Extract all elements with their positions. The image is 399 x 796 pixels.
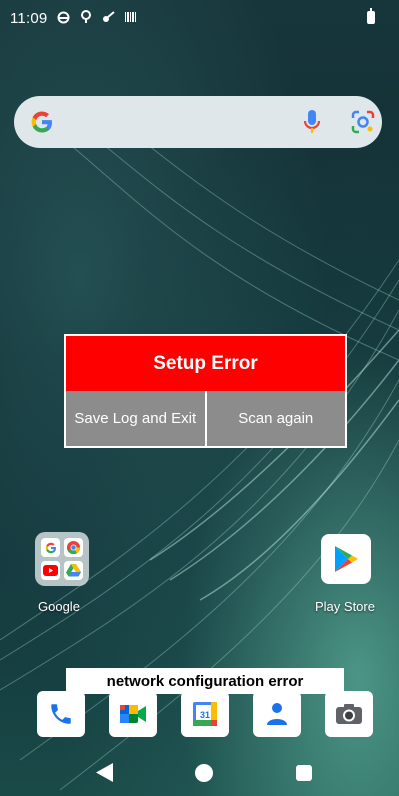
status-icons <box>57 10 137 26</box>
nav-back-button[interactable] <box>96 763 113 787</box>
barcode-icon <box>125 11 137 25</box>
google-folder-label: Google <box>38 599 80 614</box>
dialog-title: Setup Error <box>66 336 345 391</box>
camera-icon[interactable] <box>325 691 373 737</box>
drive-icon <box>64 561 83 580</box>
mic-icon[interactable] <box>302 109 322 140</box>
battery-icon <box>367 8 375 24</box>
youtube-icon <box>41 561 60 580</box>
dialog-buttons: Save Log and Exit Scan again <box>66 391 345 446</box>
calendar-icon[interactable]: 31 <box>181 691 229 737</box>
circle-status-icon <box>57 11 70 26</box>
play-store-label: Play Store <box>315 599 375 614</box>
search-bar[interactable] <box>14 96 382 148</box>
save-log-exit-button[interactable]: Save Log and Exit <box>66 391 207 446</box>
contacts-icon[interactable] <box>253 691 301 737</box>
google-g-icon <box>28 108 56 141</box>
play-store-icon[interactable] <box>321 534 371 584</box>
voicemail-icon <box>79 10 93 26</box>
key-icon <box>102 10 116 26</box>
meet-icon[interactable] <box>109 691 157 737</box>
phone-icon[interactable] <box>37 691 85 737</box>
nav-recents-button[interactable] <box>296 765 312 781</box>
lens-icon[interactable] <box>350 109 376 140</box>
setup-error-dialog: Setup Error Save Log and Exit Scan again <box>64 334 347 448</box>
status-time: 11:09 <box>10 9 48 27</box>
google-folder[interactable] <box>35 532 89 586</box>
google-search-icon <box>41 538 60 557</box>
status-bar: 11:09 <box>0 0 399 36</box>
chrome-icon <box>64 538 83 557</box>
nav-home-button[interactable] <box>195 764 213 782</box>
scan-again-button[interactable]: Scan again <box>206 391 345 446</box>
calendar-day: 31 <box>200 710 210 720</box>
